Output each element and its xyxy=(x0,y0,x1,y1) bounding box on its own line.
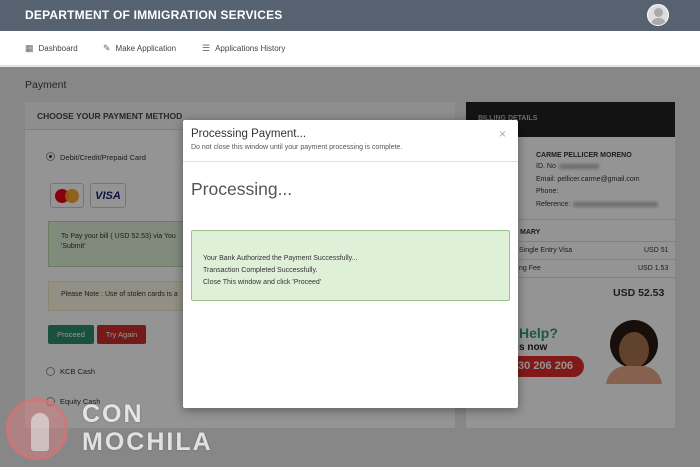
watermark-logo: CON MOCHILA xyxy=(6,398,241,464)
nav-make-application[interactable]: ✎ Make Application xyxy=(103,43,176,54)
close-icon[interactable]: × xyxy=(499,127,506,141)
success-message-3: Close This window and click 'Proceed' xyxy=(203,279,322,286)
nav-dashboard[interactable]: ▦ Dashboard xyxy=(25,43,78,54)
nav-applications-history[interactable]: ☰ Applications History xyxy=(202,43,285,54)
nav-make-application-label: Make Application xyxy=(115,44,177,53)
watermark-circle xyxy=(6,398,68,460)
modal-title: Processing Payment... xyxy=(191,128,307,140)
nav-dashboard-label: Dashboard xyxy=(38,44,78,53)
brand-title: DEPARTMENT OF IMMIGRATION SERVICES xyxy=(25,8,283,22)
modal-subtitle: Do not close this window until your paym… xyxy=(191,144,403,151)
list-icon: ☰ xyxy=(202,43,211,53)
modal-header: Processing Payment... Do not close this … xyxy=(183,120,518,162)
watermark-line1: CON xyxy=(82,400,144,428)
processing-status: Processing... xyxy=(191,179,293,199)
dashboard-icon: ▦ xyxy=(25,43,34,53)
nav-applications-history-label: Applications History xyxy=(215,44,286,53)
watermark-line2: MOCHILA xyxy=(82,428,213,456)
success-message-2: Transaction Completed Successfully. xyxy=(203,267,318,274)
main-nav: ▦ Dashboard ✎ Make Application ☰ Applica… xyxy=(0,31,700,66)
success-message-1: Your Bank Authorized the Payment Success… xyxy=(203,255,358,262)
pencil-icon: ✎ xyxy=(103,43,111,53)
avatar[interactable] xyxy=(647,4,669,26)
processing-modal: Processing Payment... Do not close this … xyxy=(183,120,518,408)
top-bar: DEPARTMENT OF IMMIGRATION SERVICES xyxy=(0,0,700,31)
success-message-box: Your Bank Authorized the Payment Success… xyxy=(191,230,510,301)
